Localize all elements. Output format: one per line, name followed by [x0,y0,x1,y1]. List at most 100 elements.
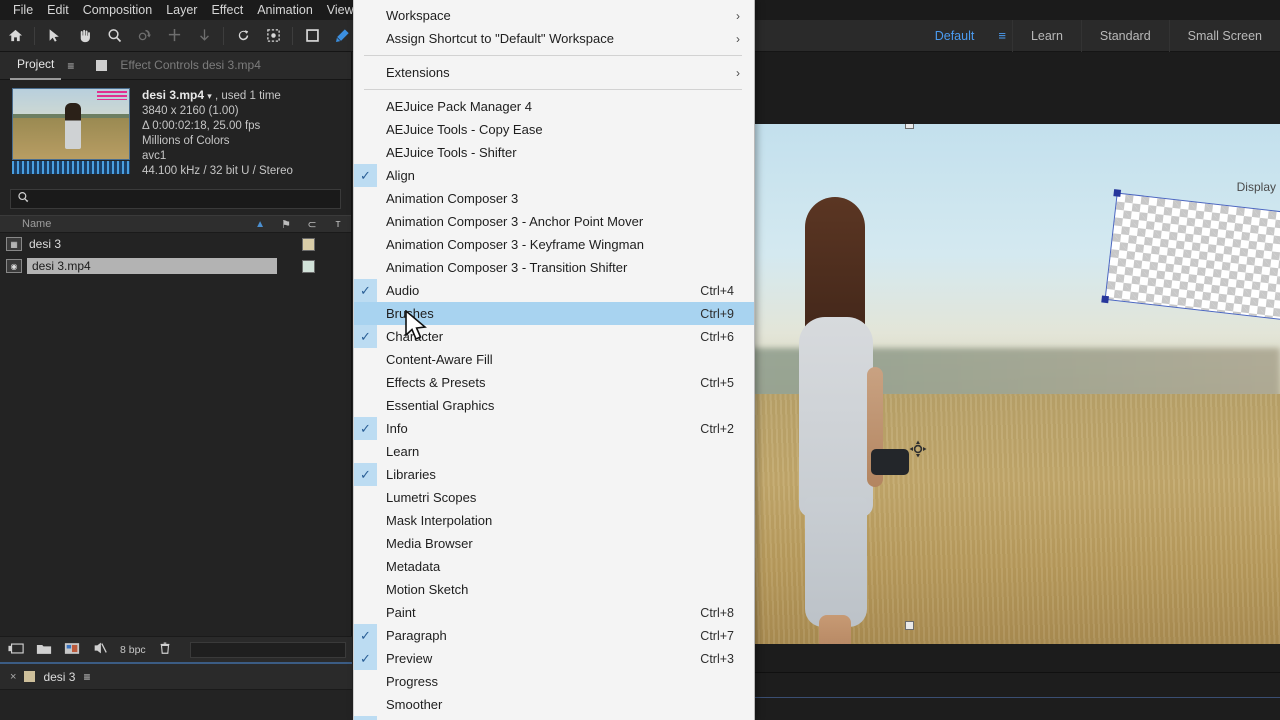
menu-option-aejuice-pack-manager-4[interactable]: AEJuice Pack Manager 4 [354,95,754,118]
column-comment-icon[interactable]: ⊂ [299,218,325,231]
menu-option-mask-interpolation[interactable]: Mask Interpolation [354,509,754,532]
menu-option-assign-shortcut[interactable]: Assign Shortcut to "Default" Workspace › [354,27,754,50]
menu-option-essential-graphics[interactable]: Essential Graphics [354,394,754,417]
puppet-tool-icon[interactable] [228,21,258,51]
menu-option-aejuice-tools-shifter[interactable]: AEJuice Tools - Shifter [354,141,754,164]
column-label-icon[interactable]: ⚑ [273,218,299,231]
workspace-menu-icon[interactable]: ≡ [992,20,1012,52]
menu-option-label: Libraries [386,467,436,482]
menu-option-audio[interactable]: ✓ Audio Ctrl+4 [354,279,754,302]
menu-option-libraries[interactable]: ✓ Libraries [354,463,754,486]
menu-option-animation-composer-3-anchor-point-mover[interactable]: Animation Composer 3 - Anchor Point Move… [354,210,754,233]
thumb-watermark [97,91,127,100]
workspace-learn[interactable]: Learn [1011,19,1081,52]
table-row[interactable]: ▦ desi 3 [0,233,351,255]
menu-option-content-aware-fill[interactable]: Content-Aware Fill [354,348,754,371]
checkmark-icon: ✓ [354,417,377,440]
tab-project[interactable]: Project [10,51,62,80]
workspace-small-screen[interactable]: Small Screen [1168,19,1280,52]
bit-depth-label[interactable]: 8 bpc [120,644,146,656]
shape-tool-icon[interactable] [297,21,327,51]
menu-option-paint[interactable]: Paint Ctrl+8 [354,601,754,624]
subject-body [799,316,874,517]
table-row[interactable]: ◉ desi 3.mp4 [0,255,351,277]
asset-caret-icon[interactable]: ▾ [207,91,212,101]
comp-handle-top[interactable] [905,124,914,129]
new-footage-icon[interactable] [64,642,80,658]
menu-option-metadata[interactable]: Metadata [354,555,754,578]
timeline-panel: × desi 3 ≡ [0,662,352,720]
interpret-footage-icon[interactable] [92,641,108,658]
menu-option-label: Lumetri Scopes [386,490,477,505]
rotation-tool-icon[interactable] [129,21,159,51]
menu-option-learn[interactable]: Learn [354,440,754,463]
menu-item-composition[interactable]: Composition [76,0,159,20]
menu-option-shortcut: Ctrl+6 [700,329,734,344]
workspace-default[interactable]: Default [917,20,993,52]
zoom-tool-icon[interactable] [99,21,129,51]
project-panel-menu-icon[interactable]: ≡ [61,59,80,73]
subject-camera [871,448,910,475]
search-input[interactable] [10,189,341,209]
pan-behind-tool-icon[interactable] [189,21,219,51]
menu-option-shortcut: Ctrl+8 [700,605,734,620]
after-effects-window: File Edit Composition Layer Effect Anima… [0,0,1280,720]
unified-camera-tool-icon[interactable] [159,21,189,51]
window-menu-dropdown: Workspace › Assign Shortcut to "Default"… [353,0,755,720]
menu-item-layer[interactable]: Layer [159,0,204,20]
anchor-point-icon[interactable] [908,439,928,459]
menu-option-animation-composer-3[interactable]: Animation Composer 3 [354,187,754,210]
menu-separator [364,89,742,90]
label-swatch[interactable] [302,259,315,273]
home-icon[interactable] [0,21,30,51]
menu-option-info[interactable]: ✓ Info Ctrl+2 [354,417,754,440]
menu-option-preview[interactable]: ✓ Preview Ctrl+3 [354,647,754,670]
delete-icon[interactable] [158,641,172,658]
menu-option-align[interactable]: ✓ Align [354,164,754,187]
tab-effect-controls[interactable]: Effect Controls desi 3.mp4 [113,52,268,79]
new-folder-icon[interactable] [36,642,52,658]
asset-thumbnail-wrap [12,88,130,179]
menu-item-file[interactable]: File [6,0,40,20]
menu-option-paragraph[interactable]: ✓ Paragraph Ctrl+7 [354,624,754,647]
menu-option-smoother[interactable]: Smoother [354,693,754,716]
menu-option-media-browser[interactable]: Media Browser [354,532,754,555]
menu-item-effect[interactable]: Effect [204,0,250,20]
menu-option-motion-sketch[interactable]: Motion Sketch [354,578,754,601]
menu-option-tracker[interactable]: ✓TrackerCtrl+1 [354,716,754,720]
checkmark-icon: ✓ [354,279,377,302]
column-name[interactable]: Name [0,218,255,230]
menu-option-workspace[interactable]: Workspace › [354,4,754,27]
sort-ascending-icon[interactable]: ▲ [255,219,273,230]
timeline-panel-menu-icon[interactable]: ≡ [83,670,90,684]
asset-name: desi 3.mp4 [27,258,277,274]
menu-option-shortcut: Ctrl+5 [700,375,734,390]
workspace-standard[interactable]: Standard [1080,19,1169,52]
menu-option-label: Animation Composer 3 [386,191,519,206]
comp-handle-bottom[interactable] [905,621,914,630]
project-search-row [0,179,351,215]
layer-handle-bottom-left[interactable] [1101,295,1109,304]
menu-option-effects-presets[interactable]: Effects & Presets Ctrl+5 [354,371,754,394]
column-type-icon[interactable]: ᴛ [325,218,351,230]
asset-column-headers: Name ▲ ⚑ ⊂ ᴛ [0,215,351,233]
new-composition-icon[interactable] [8,642,24,658]
layer-handle-top-left[interactable] [1113,189,1122,197]
menu-option-animation-composer-3-keyframe-wingman[interactable]: Animation Composer 3 - Keyframe Wingman [354,233,754,256]
roto-brush-tool-icon[interactable] [258,21,288,51]
timeline-tab[interactable]: × desi 3 ≡ [0,664,352,690]
subject-feet [819,614,852,644]
menu-option-extensions[interactable]: Extensions › [354,61,754,84]
menu-option-progress[interactable]: Progress [354,670,754,693]
close-icon[interactable]: × [10,671,16,683]
hand-tool-icon[interactable] [69,21,99,51]
menu-option-lumetri-scopes[interactable]: Lumetri Scopes [354,486,754,509]
menu-option-label: Learn [386,444,420,459]
menu-option-aejuice-tools-copy-ease[interactable]: AEJuice Tools - Copy Ease [354,118,754,141]
menu-item-animation[interactable]: Animation [250,0,320,20]
selection-tool-icon[interactable] [39,21,69,51]
menu-item-edit[interactable]: Edit [40,0,76,20]
checkmark-icon: ✓ [354,624,377,647]
label-swatch[interactable] [302,237,315,251]
menu-option-animation-composer-3-transition-shifter[interactable]: Animation Composer 3 - Transition Shifte… [354,256,754,279]
